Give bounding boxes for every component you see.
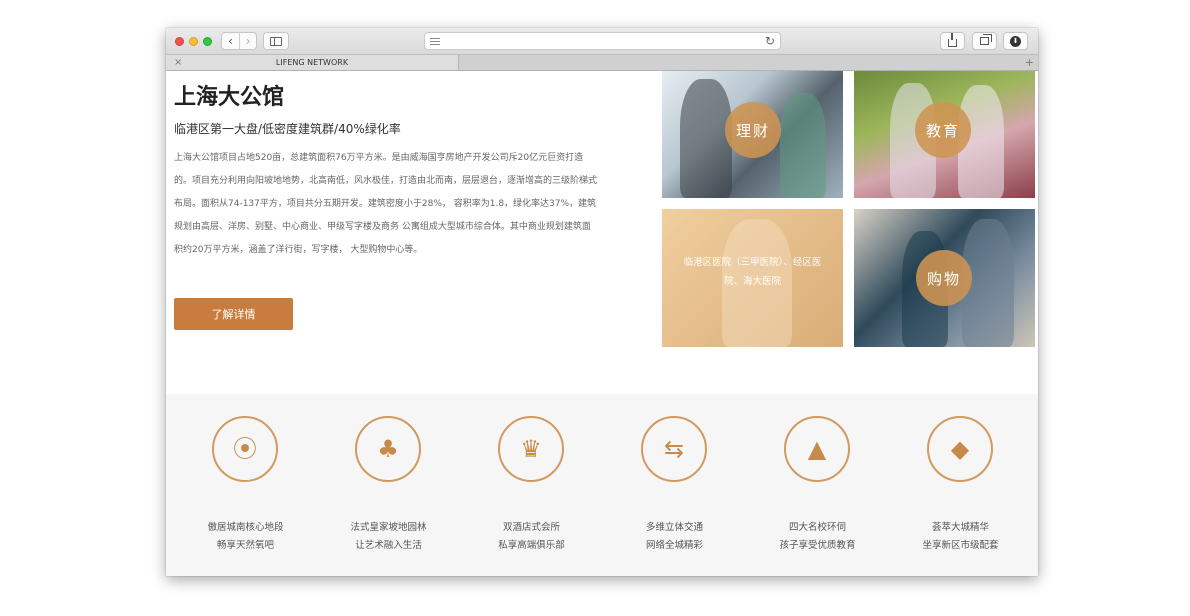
forward-button[interactable]: › [238, 33, 256, 49]
reload-icon[interactable]: ↻ [765, 34, 775, 48]
browser-toolbar: ‹ › ↻ ⬇ [166, 28, 1038, 55]
feature-circle: ⦿ [212, 416, 278, 482]
navigation-buttons: ‹ › [221, 32, 257, 50]
share-button[interactable] [940, 32, 965, 50]
tab-active[interactable]: × LIFENG NETWORK [166, 55, 459, 70]
crown-icon: ♛ [520, 435, 542, 463]
learn-more-button[interactable]: 了解详情 [174, 298, 293, 330]
share-icon [948, 32, 957, 47]
feature-text: 双酒店式会所 私享高端俱乐部 [498, 522, 565, 551]
education-tile[interactable]: 教育 [854, 71, 1035, 198]
tabs-icon [980, 34, 992, 45]
page-subtitle: 临港区第一大盘/低密度建筑群/40%绿化率 [174, 122, 401, 136]
feature-circle: ⇆ [641, 416, 707, 482]
finance-photo-icon [680, 79, 732, 198]
page-content: 上海大公馆 临港区第一大盘/低密度建筑群/40%绿化率 上海大公馆项目占地520… [166, 71, 1038, 576]
feature-circle: ◆ [927, 416, 993, 482]
feature-text: 法式皇家坡地园林 让艺术融入生活 [350, 522, 427, 551]
close-window-button[interactable] [175, 37, 184, 46]
signpost-icon: ⇆ [663, 435, 685, 463]
finance-label: 理财 [725, 102, 781, 158]
browser-window: ‹ › ↻ ⬇ × LIFENG NETWORK + 上海大公馆 临港区第一大盘… [166, 28, 1038, 576]
project-description: 上海大公馆项目占地520亩，总建筑面积76万平方米。是由威海国亨房地产开发公司斥… [174, 153, 598, 255]
sidebar-icon [270, 36, 282, 46]
hospital-tile[interactable]: 临港区医院（三甲医院）、经区医院、海大医院 [662, 209, 843, 347]
garden-icon: ♣ [377, 435, 399, 463]
features-section: ⦿ 傲居城南核心地段 畅享天然氧吧 ♣ 法式皇家坡地园林 让艺术融入生活 ♛ 双… [166, 394, 1038, 576]
feature-text: 傲居城南核心地段 畅享天然氧吧 [207, 522, 284, 551]
tab-bar: × LIFENG NETWORK + [166, 55, 1038, 71]
minimize-window-button[interactable] [189, 37, 198, 46]
close-tab-icon[interactable]: × [174, 55, 182, 70]
education-label: 教育 [915, 102, 971, 158]
hospital-label: 临港区医院（三甲医院）、经区医院、海大医院 [683, 257, 822, 287]
feature-circle: ♛ [498, 416, 564, 482]
location-pin-icon: ⦿ [233, 435, 257, 463]
feature-circle: ♣ [355, 416, 421, 482]
download-icon: ⬇ [1010, 35, 1021, 47]
sidebar-toggle-button[interactable] [263, 32, 289, 50]
show-tabs-button[interactable] [972, 32, 997, 50]
downloads-button[interactable]: ⬇ [1003, 32, 1028, 50]
tab-title: LIFENG NETWORK [275, 58, 349, 67]
finance-tile[interactable]: 理财 [662, 71, 843, 198]
feature-text: 四大名校环伺 孩子享受优质教育 [779, 522, 856, 551]
new-tab-button[interactable]: + [1025, 55, 1034, 70]
reader-icon[interactable] [430, 38, 440, 45]
feature-text: 荟萃大城精华 坐享新区市级配套 [922, 522, 999, 551]
customer-figure-icon [780, 93, 826, 198]
address-bar[interactable]: ↻ [424, 32, 781, 50]
feature-circle: ▲ [784, 416, 850, 482]
shopping-label: 购物 [916, 250, 972, 306]
graduation-cap-icon: ▲ [807, 435, 827, 463]
diamond-icon: ◆ [950, 435, 970, 463]
shopping-tile[interactable]: 购物 [854, 209, 1035, 347]
zoom-window-button[interactable] [203, 37, 212, 46]
feature-text: 多维立体交通 网络全城精彩 [645, 522, 703, 551]
page-title: 上海大公馆 [174, 85, 285, 110]
back-button[interactable]: ‹ [222, 33, 239, 49]
